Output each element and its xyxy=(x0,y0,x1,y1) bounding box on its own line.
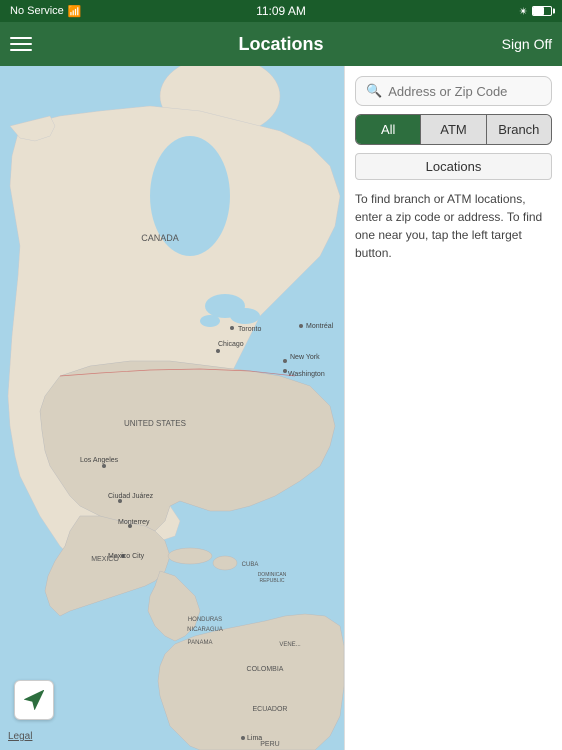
svg-text:VENE...: VENE... xyxy=(279,642,301,648)
bluetooth-icon: ✴ xyxy=(519,5,528,18)
search-icon: 🔍 xyxy=(366,83,382,99)
sign-on-button[interactable]: Sign Off xyxy=(502,36,552,52)
search-bar: 🔍 xyxy=(355,76,552,106)
svg-text:Washington: Washington xyxy=(288,371,325,378)
svg-text:Chicago: Chicago xyxy=(218,341,244,348)
battery-icon xyxy=(532,6,552,16)
status-bar: No Service 📶 11:09 AM ✴ xyxy=(0,0,562,22)
location-arrow-icon xyxy=(24,690,44,710)
svg-text:REPUBLIC: REPUBLIC xyxy=(259,578,284,584)
right-panel: 🔍 All ATM Branch Locations To find branc… xyxy=(344,66,562,750)
main-container: CANADA UNITED STATES MEXICO COLOMBIA ECU… xyxy=(0,66,562,750)
status-left: No Service 📶 xyxy=(10,5,82,18)
search-input[interactable] xyxy=(388,84,541,99)
svg-text:NICARAGUA: NICARAGUA xyxy=(187,627,223,633)
wifi-icon: 📶 xyxy=(68,5,82,18)
filter-atm-button[interactable]: ATM xyxy=(421,115,486,144)
svg-text:HONDURAS: HONDURAS xyxy=(188,617,222,623)
svg-text:PERU: PERU xyxy=(260,741,279,748)
svg-text:Toronto: Toronto xyxy=(238,326,261,333)
svg-text:Mexico City: Mexico City xyxy=(108,553,145,560)
svg-text:ECUADOR: ECUADOR xyxy=(252,706,287,713)
svg-text:UNITED STATES: UNITED STATES xyxy=(124,419,186,428)
svg-text:Lima: Lima xyxy=(247,735,262,742)
svg-text:PANAMA: PANAMA xyxy=(188,640,213,646)
filter-all-button[interactable]: All xyxy=(356,115,421,144)
status-time: 11:09 AM xyxy=(256,4,306,18)
svg-text:New York: New York xyxy=(290,354,320,361)
menu-button[interactable] xyxy=(10,37,32,51)
signal-text: No Service xyxy=(10,5,64,17)
svg-text:CANADA: CANADA xyxy=(141,233,179,243)
nav-bar: Locations Sign Off xyxy=(0,22,562,66)
svg-text:CUBA: CUBA xyxy=(242,562,259,568)
page-title: Locations xyxy=(238,34,323,55)
filter-branch-button[interactable]: Branch xyxy=(487,115,551,144)
info-text: To find branch or ATM locations, enter a… xyxy=(355,188,552,264)
map-area[interactable]: CANADA UNITED STATES MEXICO COLOMBIA ECU… xyxy=(0,66,344,750)
legal-link[interactable]: Legal xyxy=(8,731,32,742)
locations-tab[interactable]: Locations xyxy=(355,153,552,180)
locate-me-button[interactable] xyxy=(14,680,54,720)
svg-text:COLOMBIA: COLOMBIA xyxy=(247,666,284,673)
map-svg: CANADA UNITED STATES MEXICO COLOMBIA ECU… xyxy=(0,66,344,750)
svg-text:Monterrey: Monterrey xyxy=(118,519,150,526)
filter-buttons: All ATM Branch xyxy=(355,114,552,145)
status-right: ✴ xyxy=(519,5,552,18)
svg-text:Ciudad Juárez: Ciudad Juárez xyxy=(108,493,154,500)
svg-text:Los Angeles: Los Angeles xyxy=(80,457,119,464)
svg-text:Montréal: Montréal xyxy=(306,323,334,330)
